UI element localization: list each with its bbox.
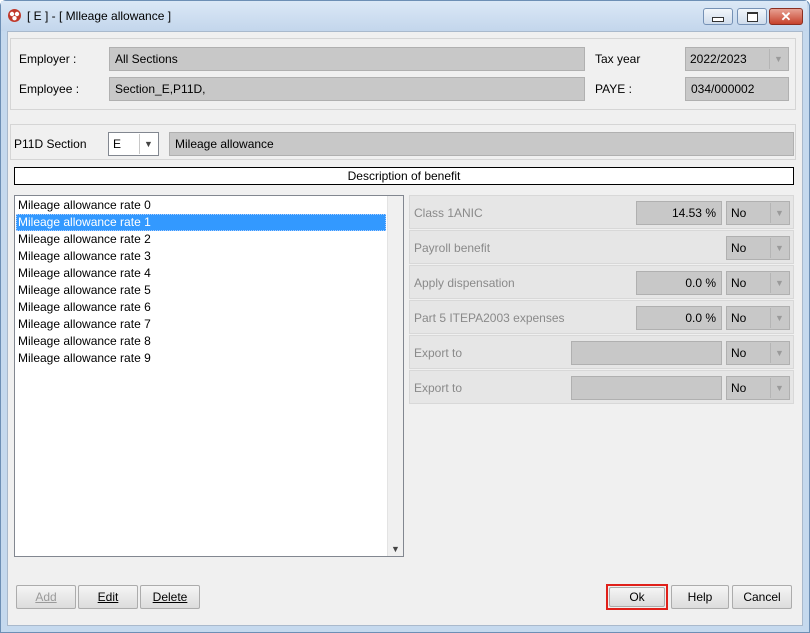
part5-expenses-select[interactable]: No ▼ bbox=[726, 306, 790, 330]
list-item[interactable]: Mileage allowance rate 2 bbox=[16, 231, 386, 248]
chevron-down-icon: ▼ bbox=[770, 308, 788, 328]
list-item[interactable]: Mileage allowance rate 7 bbox=[16, 316, 386, 333]
ok-button[interactable]: Ok bbox=[609, 587, 665, 607]
list-item[interactable]: Mileage allowance rate 3 bbox=[16, 248, 386, 265]
apply-dispensation-percent: 0.0 % bbox=[636, 271, 722, 295]
p11d-section-value: E bbox=[113, 137, 122, 151]
rate-list[interactable]: Mileage allowance rate 0 Mileage allowan… bbox=[14, 195, 404, 557]
employee-field: Section_E,P11D, bbox=[109, 77, 585, 101]
maximize-icon bbox=[746, 11, 758, 22]
cancel-button-label: Cancel bbox=[743, 590, 781, 604]
list-item[interactable]: Mileage allowance rate 0 bbox=[16, 197, 386, 214]
export-to-field bbox=[571, 376, 722, 400]
delete-button-label: Delete bbox=[152, 590, 188, 604]
delete-button[interactable]: Delete bbox=[140, 585, 200, 609]
chevron-down-icon: ▼ bbox=[770, 203, 788, 223]
class1anic-percent: 14.53 % bbox=[636, 201, 722, 225]
paye-label: PAYE : bbox=[595, 82, 632, 96]
minimize-icon bbox=[712, 17, 724, 22]
maximize-button[interactable] bbox=[737, 8, 767, 25]
property-row-class1anic: Class 1ANIC 14.53 % No ▼ bbox=[409, 195, 794, 229]
list-item[interactable]: Mileage allowance rate 8 bbox=[16, 333, 386, 350]
payroll-benefit-select[interactable]: No ▼ bbox=[726, 236, 790, 260]
close-button[interactable]: ✕ bbox=[769, 8, 803, 25]
p11d-section-label: P11D Section bbox=[14, 137, 87, 151]
section-name-field: Mileage allowance bbox=[169, 132, 794, 156]
class1anic-label: Class 1ANIC bbox=[414, 206, 483, 220]
edit-button-label: Edit bbox=[97, 590, 119, 604]
employer-field: All Sections bbox=[109, 47, 585, 71]
property-row-export-to-2: Export to No ▼ bbox=[409, 370, 794, 404]
tax-year-select[interactable]: 2022/2023 ▼ bbox=[685, 47, 789, 71]
ok-button-label: Ok bbox=[629, 590, 645, 604]
export-to-select[interactable]: No ▼ bbox=[726, 341, 790, 365]
select-value: No bbox=[731, 346, 747, 360]
add-button-label: Add bbox=[35, 590, 57, 604]
part5-expenses-percent: 0.0 % bbox=[636, 306, 722, 330]
app-logo-icon bbox=[8, 9, 21, 22]
list-item[interactable]: Mileage allowance rate 9 bbox=[16, 350, 386, 367]
help-button-label: Help bbox=[687, 590, 713, 604]
list-item[interactable]: Mileage allowance rate 4 bbox=[16, 265, 386, 282]
edit-button[interactable]: Edit bbox=[78, 585, 138, 609]
chevron-down-icon: ▼ bbox=[770, 378, 788, 398]
select-value: No bbox=[731, 381, 747, 395]
part5-expenses-label: Part 5 ITEPA2003 expenses bbox=[414, 311, 565, 325]
export-to-label: Export to bbox=[414, 381, 463, 395]
chevron-down-icon: ▼ bbox=[770, 273, 788, 293]
export-to-select[interactable]: No ▼ bbox=[726, 376, 790, 400]
employer-label: Employer : bbox=[19, 52, 77, 66]
select-value: No bbox=[731, 241, 747, 255]
list-item-selected[interactable]: Mileage allowance rate 1 bbox=[16, 214, 386, 231]
property-row-export-to-1: Export to No ▼ bbox=[409, 335, 794, 369]
add-button[interactable]: Add bbox=[16, 585, 76, 609]
chevron-down-icon: ▼ bbox=[139, 134, 157, 154]
chevron-down-icon: ▼ bbox=[770, 343, 788, 363]
list-scrollbar[interactable]: ▼ bbox=[387, 196, 403, 556]
list-item[interactable]: Mileage allowance rate 6 bbox=[16, 299, 386, 316]
property-row-apply-dispensation: Apply dispensation 0.0 % No ▼ bbox=[409, 265, 794, 299]
list-item[interactable]: Mileage allowance rate 5 bbox=[16, 282, 386, 299]
select-value: No bbox=[731, 311, 747, 325]
chevron-down-icon[interactable]: ▼ bbox=[391, 544, 400, 554]
select-value: No bbox=[731, 276, 747, 290]
window-title: [ E ] - [ Mlleage allowance ] bbox=[27, 9, 172, 23]
apply-dispensation-label: Apply dispensation bbox=[414, 276, 515, 290]
select-value: No bbox=[731, 206, 747, 220]
p11d-section-select[interactable]: E ▼ bbox=[108, 132, 159, 156]
export-to-field bbox=[571, 341, 722, 365]
property-row-payroll-benefit: Payroll benefit No ▼ bbox=[409, 230, 794, 264]
property-row-part5-expenses: Part 5 ITEPA2003 expenses 0.0 % No ▼ bbox=[409, 300, 794, 334]
chevron-down-icon: ▼ bbox=[769, 49, 787, 69]
class1anic-select[interactable]: No ▼ bbox=[726, 201, 790, 225]
minimize-button[interactable] bbox=[703, 8, 733, 25]
tax-year-label: Tax year bbox=[595, 52, 641, 66]
description-of-benefit-header: Description of benefit bbox=[14, 167, 794, 185]
title-bar[interactable]: [ E ] - [ Mlleage allowance ] ✕ bbox=[1, 1, 807, 31]
cancel-button[interactable]: Cancel bbox=[732, 585, 792, 609]
employee-label: Employee : bbox=[19, 82, 80, 96]
chevron-down-icon: ▼ bbox=[770, 238, 788, 258]
help-button[interactable]: Help bbox=[671, 585, 729, 609]
apply-dispensation-select[interactable]: No ▼ bbox=[726, 271, 790, 295]
payroll-benefit-label: Payroll benefit bbox=[414, 241, 491, 255]
close-icon: ✕ bbox=[780, 8, 792, 24]
tax-year-value: 2022/2023 bbox=[690, 52, 747, 66]
export-to-label: Export to bbox=[414, 346, 463, 360]
paye-field: 034/000002 bbox=[685, 77, 789, 101]
